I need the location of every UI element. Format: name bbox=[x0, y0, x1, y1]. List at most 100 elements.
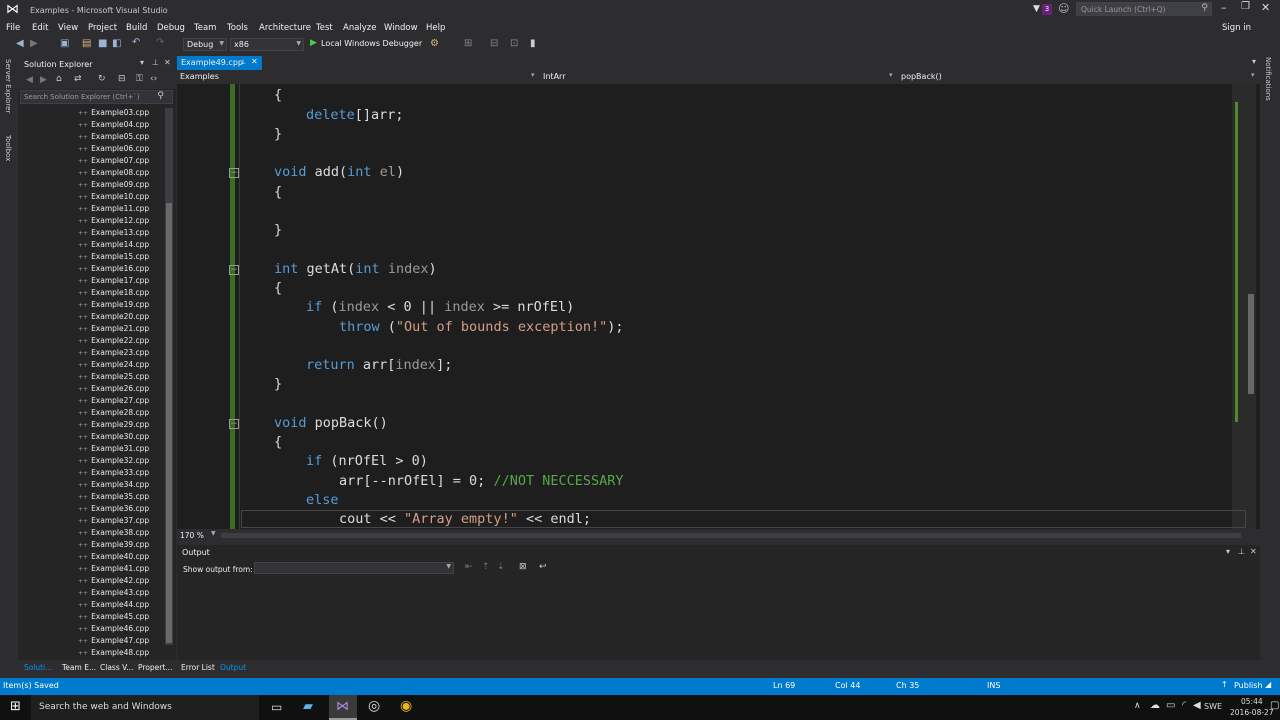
config-select[interactable]: Debug ▼ bbox=[183, 38, 227, 51]
output-source-select[interactable]: ▼ bbox=[254, 562, 454, 574]
list-item[interactable]: Example31.cpp bbox=[78, 444, 149, 453]
horizontal-scrollbar[interactable] bbox=[221, 533, 1241, 538]
home-icon[interactable]: ⌂ bbox=[56, 74, 62, 84]
code-view-icon[interactable]: ‹› bbox=[150, 74, 157, 84]
redo-icon[interactable]: ↷ bbox=[156, 37, 164, 48]
close-button[interactable]: ✕ bbox=[1261, 1, 1270, 14]
notifications-tab[interactable]: Notifications bbox=[1264, 57, 1272, 101]
menu-team[interactable]: Team bbox=[194, 23, 216, 33]
search-solution-input[interactable]: Search Solution Explorer (Ctrl+`) ⚲ bbox=[20, 90, 173, 104]
list-item[interactable]: Example44.cpp bbox=[78, 600, 149, 609]
list-item[interactable]: Example36.cpp bbox=[78, 504, 149, 513]
list-item[interactable]: Example24.cpp bbox=[78, 360, 149, 369]
find-message-icon[interactable]: ⇤ bbox=[465, 562, 473, 572]
list-item[interactable]: Example21.cpp bbox=[78, 324, 149, 333]
list-item[interactable]: Example23.cpp bbox=[78, 348, 149, 357]
clock-time[interactable]: 05:44 bbox=[1241, 697, 1263, 706]
list-item[interactable]: Example20.cpp bbox=[78, 312, 149, 321]
zoom-level[interactable]: 170 % bbox=[180, 531, 204, 540]
list-item[interactable]: Example43.cpp bbox=[78, 588, 149, 597]
attach-icon[interactable]: ⚙ bbox=[430, 38, 439, 49]
prev-message-icon[interactable]: ⇡ bbox=[482, 562, 490, 572]
menu-analyze[interactable]: Analyze bbox=[343, 23, 377, 33]
feedback-icon[interactable]: ☺ bbox=[1058, 2, 1069, 15]
menu-test[interactable]: Test bbox=[316, 23, 333, 33]
language-indicator[interactable]: SWE bbox=[1204, 702, 1222, 711]
list-item[interactable]: Example09.cpp bbox=[78, 180, 149, 189]
scroll-track[interactable] bbox=[1246, 84, 1256, 529]
menu-build[interactable]: Build bbox=[126, 23, 147, 33]
menu-edit[interactable]: Edit bbox=[32, 23, 48, 33]
pin-icon[interactable]: ⊥ bbox=[240, 58, 246, 66]
collapse-icon[interactable]: − bbox=[229, 419, 239, 429]
filter-icon[interactable]: ▼ bbox=[1033, 4, 1040, 14]
list-item[interactable]: Example40.cpp bbox=[78, 552, 149, 561]
list-item[interactable]: Example34.cpp bbox=[78, 480, 149, 489]
pin-icon[interactable]: ⊥ bbox=[1238, 547, 1245, 556]
refresh-icon[interactable]: ↻ bbox=[98, 74, 106, 84]
nav-project-dropdown[interactable]: Examples bbox=[180, 72, 219, 81]
clear-all-icon[interactable]: ⊠ bbox=[519, 562, 527, 572]
menu-tools[interactable]: Tools bbox=[227, 23, 248, 33]
chevron-down-icon[interactable]: ▼ bbox=[211, 530, 216, 537]
file-explorer-icon[interactable]: ▰ bbox=[303, 699, 313, 714]
start-debug-button[interactable]: Local Windows Debugger bbox=[321, 39, 422, 48]
list-item[interactable]: Example26.cpp bbox=[78, 384, 149, 393]
tab-team-explorer[interactable]: Team E... bbox=[62, 663, 96, 672]
server-explorer-tab[interactable]: Server Explorer bbox=[4, 59, 12, 113]
list-item[interactable]: Example35.cpp bbox=[78, 492, 149, 501]
toolbar-icon[interactable]: ⊡ bbox=[510, 38, 518, 49]
list-item[interactable]: Example25.cpp bbox=[78, 372, 149, 381]
obs-icon[interactable]: ◎ bbox=[368, 698, 380, 714]
platform-select[interactable]: x86 ▼ bbox=[230, 38, 304, 51]
list-item[interactable]: Example05.cpp bbox=[78, 132, 149, 141]
list-item[interactable]: Example11.cpp bbox=[78, 204, 149, 213]
nav-class-dropdown[interactable]: IntArr bbox=[543, 72, 565, 81]
list-item[interactable]: Example08.cpp bbox=[78, 168, 149, 177]
list-item[interactable]: Example29.cpp bbox=[78, 420, 149, 429]
toolbar-icon[interactable]: ⊟ bbox=[490, 38, 498, 49]
list-item[interactable]: Example39.cpp bbox=[78, 540, 149, 549]
list-item[interactable]: Example33.cpp bbox=[78, 468, 149, 477]
minimize-button[interactable]: – bbox=[1221, 1, 1227, 14]
tab-error-list[interactable]: Error List bbox=[181, 663, 215, 672]
list-item[interactable]: Example42.cpp bbox=[78, 576, 149, 585]
forward-icon[interactable]: ▶ bbox=[30, 38, 38, 49]
nav-member-dropdown[interactable]: popBack() bbox=[901, 72, 942, 81]
restore-button[interactable]: ❐ bbox=[1241, 1, 1250, 12]
quick-launch-input[interactable]: Quick Launch (Ctrl+Q) ⚲ bbox=[1076, 2, 1212, 16]
network-icon[interactable]: ☁ bbox=[1150, 700, 1160, 711]
menu-architecture[interactable]: Architecture bbox=[259, 23, 311, 33]
scrollbar-thumb[interactable] bbox=[1248, 294, 1254, 394]
list-item[interactable]: Example45.cpp bbox=[78, 612, 149, 621]
list-item[interactable]: Example47.cpp bbox=[78, 636, 149, 645]
list-item[interactable]: Example07.cpp bbox=[78, 156, 149, 165]
menu-help[interactable]: Help bbox=[426, 23, 445, 33]
list-item[interactable]: Example48.cpp bbox=[78, 648, 149, 657]
list-item[interactable]: Example15.cpp bbox=[78, 252, 149, 261]
back-icon[interactable]: ◀ bbox=[16, 38, 24, 49]
tab-example49[interactable]: Example49.cpp ⊥ ✕ bbox=[177, 56, 262, 70]
close-icon[interactable]: ✕ bbox=[1250, 547, 1257, 556]
display-icon[interactable]: ▭ bbox=[1166, 700, 1175, 711]
list-item[interactable]: Example32.cpp bbox=[78, 456, 149, 465]
toolbar-icon[interactable]: ⊞ bbox=[464, 38, 472, 49]
list-item[interactable]: Example41.cpp bbox=[78, 564, 149, 573]
forward-icon[interactable]: ▶ bbox=[40, 75, 47, 85]
save-all-icon[interactable]: ◧ bbox=[112, 38, 121, 49]
windows-start-icon[interactable]: ⊞ bbox=[10, 699, 21, 714]
menu-project[interactable]: Project bbox=[88, 23, 117, 33]
chevron-down-icon[interactable]: ▾ bbox=[140, 58, 144, 67]
sync-icon[interactable]: ⇄ bbox=[74, 74, 82, 84]
list-item[interactable]: Example03.cpp bbox=[78, 108, 149, 117]
menu-file[interactable]: File bbox=[6, 23, 20, 33]
chrome-icon[interactable]: ◉ bbox=[400, 698, 412, 714]
toolbox-tab[interactable]: Toolbox bbox=[4, 135, 12, 161]
list-item[interactable]: Example30.cpp bbox=[78, 432, 149, 441]
menu-debug[interactable]: Debug bbox=[157, 23, 185, 33]
publish-icon[interactable]: ↑ bbox=[1221, 680, 1228, 689]
tab-class-view[interactable]: Class V... bbox=[100, 663, 133, 672]
publish-button[interactable]: Publish bbox=[1234, 681, 1263, 690]
scrollbar-thumb[interactable] bbox=[166, 203, 172, 643]
collapse-icon[interactable]: ⊟ bbox=[118, 74, 126, 84]
